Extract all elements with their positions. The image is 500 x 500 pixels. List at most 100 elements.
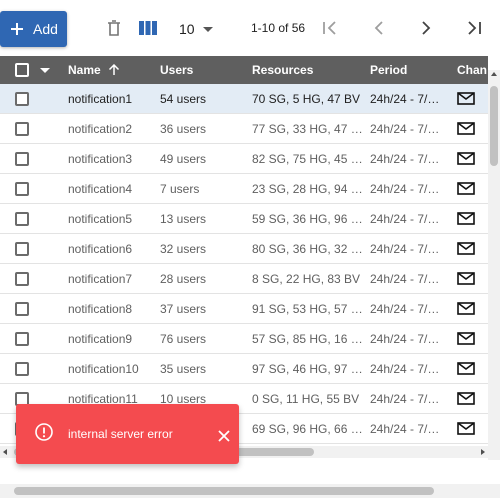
table-row[interactable]: notification3 49 users 82 SG, 75 HG, 45 … 2… xyxy=(0,144,488,174)
table-row[interactable]: notification9 76 users 57 SG, 85 HG, 16 … 2… xyxy=(0,324,488,354)
cell-period: 24h/24 - 7/… xyxy=(370,272,440,286)
cell-channels xyxy=(457,354,481,383)
add-button[interactable]: Add xyxy=(0,11,67,47)
mail-icon[interactable] xyxy=(457,212,475,225)
cell-resources: 91 SG, 53 HG, 57 … xyxy=(252,302,362,316)
mail-icon[interactable] xyxy=(457,302,475,315)
cell-resources: 82 SG, 75 HG, 45 … xyxy=(252,152,362,166)
trash-icon[interactable] xyxy=(104,18,124,38)
cell-period: 24h/24 - 7/… xyxy=(370,362,440,376)
mail-icon[interactable] xyxy=(457,332,475,345)
add-button-label: Add xyxy=(33,21,58,37)
page-horizontal-scroll-thumb[interactable] xyxy=(14,487,434,495)
column-header-resources[interactable]: Resources xyxy=(252,56,313,84)
cell-users: 7 users xyxy=(160,182,200,196)
close-icon[interactable] xyxy=(217,429,231,443)
scroll-right-icon[interactable] xyxy=(481,449,485,455)
error-circle-icon xyxy=(35,423,53,441)
row-checkbox[interactable] xyxy=(15,92,29,106)
mail-icon[interactable] xyxy=(457,272,475,285)
table-row[interactable]: notification1 54 users 70 SG, 5 HG, 47 BV 2… xyxy=(0,84,488,114)
vertical-scrollbar[interactable] xyxy=(488,70,500,460)
scroll-up-icon[interactable] xyxy=(491,72,497,76)
cell-name: notification1 xyxy=(68,92,133,106)
table-row[interactable]: notification4 7 users 23 SG, 28 HG, 94 … 24… xyxy=(0,174,488,204)
cell-resources: 8 SG, 22 HG, 83 BV xyxy=(252,272,361,286)
cell-name: notification6 xyxy=(68,242,133,256)
vertical-scroll-thumb[interactable] xyxy=(490,86,498,166)
cell-name: notification5 xyxy=(68,212,133,226)
cell-period: 24h/24 - 7/… xyxy=(370,302,440,316)
row-checkbox[interactable] xyxy=(15,122,29,136)
row-checkbox[interactable] xyxy=(15,362,29,376)
table-row[interactable]: notification6 32 users 80 SG, 36 HG, 32 … 2… xyxy=(0,234,488,264)
notifications-grid: Name Users Resources Period Chan notific… xyxy=(0,56,500,460)
row-checkbox[interactable] xyxy=(15,212,29,226)
cell-users: 36 users xyxy=(160,122,207,136)
column-header-period[interactable]: Period xyxy=(370,56,407,84)
mail-icon[interactable] xyxy=(457,242,475,255)
cell-resources: 69 SG, 96 HG, 66 … xyxy=(252,422,362,436)
scroll-left-icon[interactable] xyxy=(3,449,7,455)
cell-channels xyxy=(457,114,481,143)
row-checkbox-cell xyxy=(15,174,29,203)
row-checkbox-cell xyxy=(15,84,29,113)
cell-name: notification10 xyxy=(68,362,139,376)
cell-period: 24h/24 - 7/… xyxy=(370,182,440,196)
table-row[interactable]: notification10 35 users 97 SG, 46 HG, 97 …… xyxy=(0,354,488,384)
mail-icon[interactable] xyxy=(457,422,475,435)
row-checkbox-cell xyxy=(15,234,29,263)
row-checkbox-cell xyxy=(15,294,29,323)
chevron-down-icon xyxy=(202,26,213,32)
row-checkbox[interactable] xyxy=(15,332,29,346)
column-header-channels[interactable]: Chan xyxy=(457,56,487,84)
cell-channels xyxy=(457,264,481,293)
cell-users: 49 users xyxy=(160,152,207,166)
row-checkbox[interactable] xyxy=(15,242,29,256)
select-all-checkbox[interactable] xyxy=(15,63,29,77)
table-row[interactable]: notification2 36 users 77 SG, 33 HG, 47 … 2… xyxy=(0,114,488,144)
cell-users: 37 users xyxy=(160,302,207,316)
cell-name: notification8 xyxy=(68,302,133,316)
mail-icon[interactable] xyxy=(457,362,475,375)
chevron-right-icon[interactable] xyxy=(416,18,436,38)
chevron-left-icon[interactable] xyxy=(369,18,389,38)
column-header-name[interactable]: Name xyxy=(68,56,120,84)
cell-period: 24h/24 - 7/… xyxy=(370,152,440,166)
mail-icon[interactable] xyxy=(457,92,475,105)
cell-users: 32 users xyxy=(160,242,207,256)
mail-icon[interactable] xyxy=(457,122,475,135)
columns-icon[interactable] xyxy=(138,18,158,38)
row-checkbox[interactable] xyxy=(15,302,29,316)
page-horizontal-scrollbar[interactable] xyxy=(0,484,500,498)
toast-message: internal server error xyxy=(68,427,173,441)
first-page-icon[interactable] xyxy=(320,18,340,38)
cell-channels xyxy=(457,294,481,323)
row-checkbox[interactable] xyxy=(15,182,29,196)
table-row[interactable]: notification5 13 users 59 SG, 36 HG, 96 … 2… xyxy=(0,204,488,234)
row-checkbox[interactable] xyxy=(15,152,29,166)
cell-users: 13 users xyxy=(160,212,207,226)
cell-period: 24h/24 - 7/… xyxy=(370,92,440,106)
row-checkbox[interactable] xyxy=(15,272,29,286)
cell-channels xyxy=(457,234,481,263)
mail-icon[interactable] xyxy=(457,182,475,195)
cell-period: 24h/24 - 7/… xyxy=(370,212,440,226)
mail-icon[interactable] xyxy=(457,152,475,165)
row-checkbox-cell xyxy=(15,354,29,383)
page-size-select[interactable]: 10 xyxy=(179,19,213,39)
cell-resources: 80 SG, 36 HG, 32 … xyxy=(252,242,362,256)
table-row[interactable]: notification7 28 users 8 SG, 22 HG, 83 BV 2… xyxy=(0,264,488,294)
table-row[interactable]: notification8 37 users 91 SG, 53 HG, 57 … 2… xyxy=(0,294,488,324)
cell-resources: 23 SG, 28 HG, 94 … xyxy=(252,182,362,196)
toolbar: Add 10 1-10 of 56 xyxy=(0,0,500,56)
column-header-users[interactable]: Users xyxy=(160,56,193,84)
chevron-down-icon[interactable] xyxy=(40,68,50,73)
pager-info: 1-10 of 56 xyxy=(251,21,306,35)
cell-channels xyxy=(457,204,481,233)
grid-header: Name Users Resources Period Chan xyxy=(0,56,488,84)
mail-icon[interactable] xyxy=(457,392,475,405)
cell-name: notification9 xyxy=(68,332,133,346)
error-toast: internal server error xyxy=(16,404,239,464)
last-page-icon[interactable] xyxy=(464,18,484,38)
